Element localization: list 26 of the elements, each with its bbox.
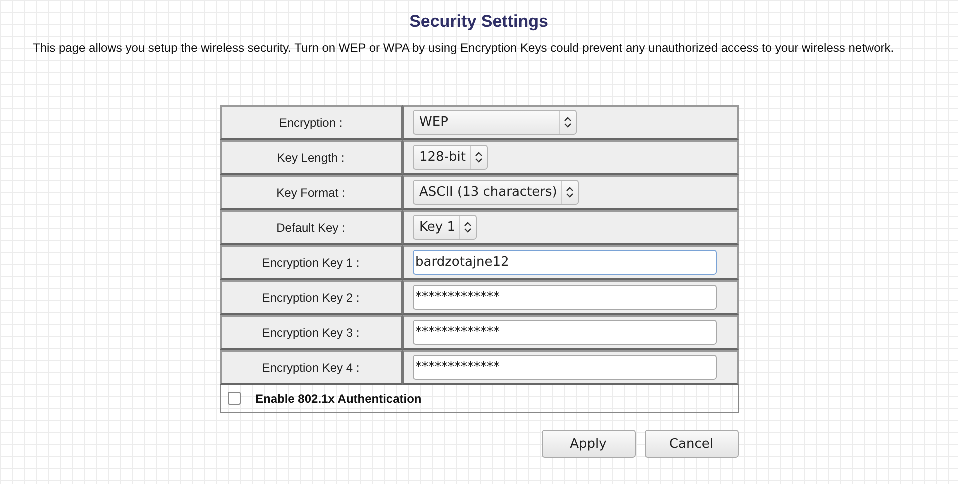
dropdown[interactable]: ASCII (13 characters) (412, 180, 580, 205)
chevron-icon (564, 117, 572, 128)
input-field[interactable]: ************* (412, 355, 716, 380)
field-label: Encryption Key 2 : (220, 280, 402, 315)
intro-text: This page allows you setup the wireless security. Turn on WEP or WPA by using Encryption Keys could prevent any unauthorized access to your wireless network. (32, 42, 896, 55)
cancel-button[interactable]: Cancel (644, 430, 738, 458)
checkbox-label: Enable 802.1x Authentication (256, 392, 422, 406)
apply-button[interactable]: Apply (542, 430, 636, 458)
field-label: Key Format : (220, 175, 402, 210)
field-label: Encryption Key 3 : (220, 315, 402, 350)
page-title: Security Settings (410, 12, 548, 32)
field-label: Encryption : (220, 105, 402, 140)
field-label: Encryption Key 1 : (220, 245, 402, 280)
dropdown[interactable]: Key 1 (412, 215, 478, 240)
dropdown[interactable]: 128-bit (412, 145, 488, 170)
checkbox[interactable] (228, 392, 240, 405)
chevron-icon (474, 152, 483, 163)
input-field[interactable]: ************* (412, 320, 716, 345)
input-field[interactable]: bardzotajne12 (412, 250, 716, 275)
chevron-icon (566, 187, 574, 198)
chevron-icon (464, 222, 472, 233)
field-label: Encryption Key 4 : (220, 350, 402, 385)
input-field[interactable]: ************* (412, 285, 716, 310)
dropdown[interactable]: WEP (412, 110, 576, 135)
field-label: Key Length : (220, 140, 402, 175)
field-label: Default Key : (220, 210, 402, 245)
